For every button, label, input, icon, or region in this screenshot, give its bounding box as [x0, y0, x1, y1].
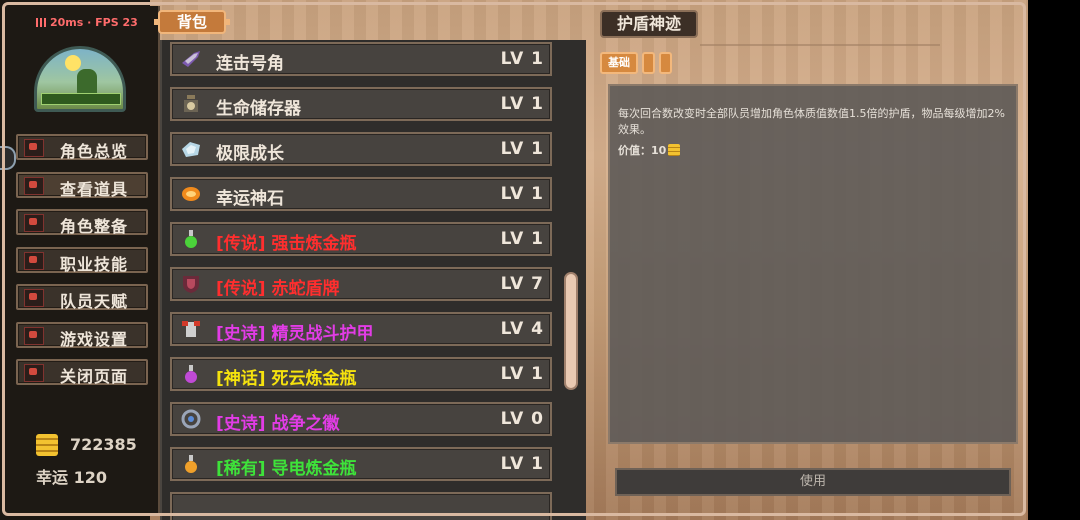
gold-coin-icon [36, 434, 58, 456]
armor-icon [180, 319, 202, 339]
item-name: 极限成长 [216, 144, 284, 164]
menu-label: 游戏设置 [60, 329, 129, 349]
item-level: LV 1 [500, 364, 544, 384]
menu-label: 队员天赋 [60, 292, 129, 311]
item-row[interactable]: [稀有] 导电炼金瓶 LV 1 [170, 447, 552, 481]
item-row[interactable]: [史诗] 精灵战斗护甲 LV 4 [170, 312, 552, 346]
gold-coin-icon [668, 144, 681, 156]
item-row[interactable]: 生命储存器 LV 1 [170, 87, 552, 121]
item-level: LV 1 [500, 229, 544, 249]
item-row[interactable]: 连击号角 LV 1 [170, 42, 552, 76]
item-level: LV 1 [500, 454, 544, 474]
prep-icon [24, 214, 44, 232]
fps-counter: FPS 23 [95, 16, 138, 29]
basic-tag[interactable]: 基础 [600, 52, 638, 74]
menu-label: 查看道具 [60, 179, 129, 199]
menu-label: 角色整备 [60, 217, 129, 236]
game-emblem [34, 46, 126, 112]
items-icon [24, 176, 44, 195]
item-row[interactable]: [史诗] 战争之徽 LV 0 [170, 402, 552, 436]
backpack-tab[interactable]: 背包 [154, 10, 230, 34]
side-toggle-handle[interactable] [0, 146, 16, 170]
item-name: 生命储存器 [216, 99, 301, 119]
item-level: LV 1 [500, 94, 544, 114]
item-name: [史诗] 战争之徽 [216, 414, 340, 434]
orange-flask-icon [180, 454, 202, 474]
menu-close-page[interactable]: 关闭页面 [16, 359, 148, 386]
horn-icon [180, 49, 202, 69]
item-row[interactable]: [神话] 死云炼金瓶 LV 1 [170, 357, 552, 391]
tag-slot[interactable] [659, 52, 672, 74]
sun-icon [65, 55, 81, 71]
menu-character-prep[interactable]: 角色整备 [16, 209, 148, 236]
menu-game-settings[interactable]: 游戏设置 [16, 321, 148, 349]
life-jar-icon [180, 94, 202, 114]
character-icon [24, 139, 44, 157]
title-divider [700, 44, 940, 46]
purple-flask-icon [180, 364, 202, 384]
network-status: 20ms · FPS 23 [36, 16, 138, 29]
menu-label: 关闭页面 [60, 367, 129, 386]
menu-view-items[interactable]: 查看道具 [16, 171, 148, 199]
talents-icon [24, 289, 44, 307]
menu-character-overview[interactable]: 角色总览 [16, 134, 148, 161]
item-row[interactable]: [传说] 强击炼金瓶 LV 1 [170, 222, 552, 256]
signal-icon [36, 18, 46, 27]
skills-icon [24, 251, 44, 270]
item-row-partial[interactable] [170, 492, 552, 520]
item-row[interactable]: [传说] 赤蛇盾牌 LV 7 [170, 267, 552, 301]
menu-class-skills[interactable]: 职业技能 [16, 246, 148, 274]
item-level: LV 0 [500, 409, 544, 429]
gold-amount: 722385 [70, 435, 137, 454]
settings-icon [24, 326, 44, 345]
item-name: [传说] 赤蛇盾牌 [216, 279, 340, 299]
scrollbar-thumb[interactable] [564, 272, 578, 390]
item-name: [传说] 强击炼金瓶 [216, 234, 357, 254]
luck-stat: 幸运 120 [36, 468, 107, 487]
item-level: LV 1 [500, 49, 544, 69]
close-icon [24, 364, 44, 382]
shield-icon [180, 274, 202, 294]
item-name: [神话] 死云炼金瓶 [216, 369, 357, 389]
war-emblem-icon [180, 409, 202, 429]
lucky-stone-icon [180, 184, 202, 204]
game-screen: 20ms · FPS 23 角色总览 查看道具 角色整备 职业技能 队员天赋 游… [0, 0, 1080, 520]
latency: 20ms [50, 16, 84, 29]
menu-label: 角色总览 [60, 142, 129, 161]
item-name: 连击号角 [216, 54, 284, 74]
tag-slot[interactable] [642, 52, 655, 74]
sidebar: 20ms · FPS 23 角色总览 查看道具 角色整备 职业技能 队员天赋 游… [6, 6, 160, 514]
crystal-icon [180, 139, 202, 159]
item-detail-title: 护盾神迹 [600, 10, 698, 38]
item-description: 每次回合数改变时全部队员增加角色体质值数值1.5倍的护盾，物品每级增加2%效果。 [618, 107, 1005, 136]
item-row[interactable]: 极限成长 LV 1 [170, 132, 552, 166]
use-button[interactable]: 使用 [615, 468, 1011, 496]
item-detail-box: 每次回合数改变时全部队员增加角色体质值数值1.5倍的护盾，物品每级增加2%效果。… [608, 84, 1018, 444]
item-name: 幸运神石 [216, 189, 284, 209]
item-level: LV 1 [500, 139, 544, 159]
item-value-text: 价值：10 [618, 144, 667, 157]
item-row[interactable]: 幸运神石 LV 1 [170, 177, 552, 211]
item-level: LV 7 [500, 274, 544, 294]
item-level: LV 1 [500, 184, 544, 204]
item-level: LV 4 [500, 319, 544, 339]
item-value: 价值：10 [618, 142, 681, 158]
item-name: [史诗] 精灵战斗护甲 [216, 324, 374, 344]
menu-label: 职业技能 [60, 254, 129, 274]
green-flask-icon [180, 229, 202, 249]
item-list[interactable]: 连击号角 LV 1 生命储存器 LV 1 极限成长 LV 1 幸运神石 LV 1… [170, 40, 554, 520]
screen-edge [1028, 0, 1080, 520]
item-name: [稀有] 导电炼金瓶 [216, 459, 357, 479]
emblem-banner [41, 93, 121, 105]
main-menu: 角色总览 查看道具 角色整备 职业技能 队员天赋 游戏设置 关闭页面 [16, 134, 148, 397]
menu-member-talents[interactable]: 队员天赋 [16, 284, 148, 311]
backpack-panel: 连击号角 LV 1 生命储存器 LV 1 极限成长 LV 1 幸运神石 LV 1… [160, 40, 586, 520]
